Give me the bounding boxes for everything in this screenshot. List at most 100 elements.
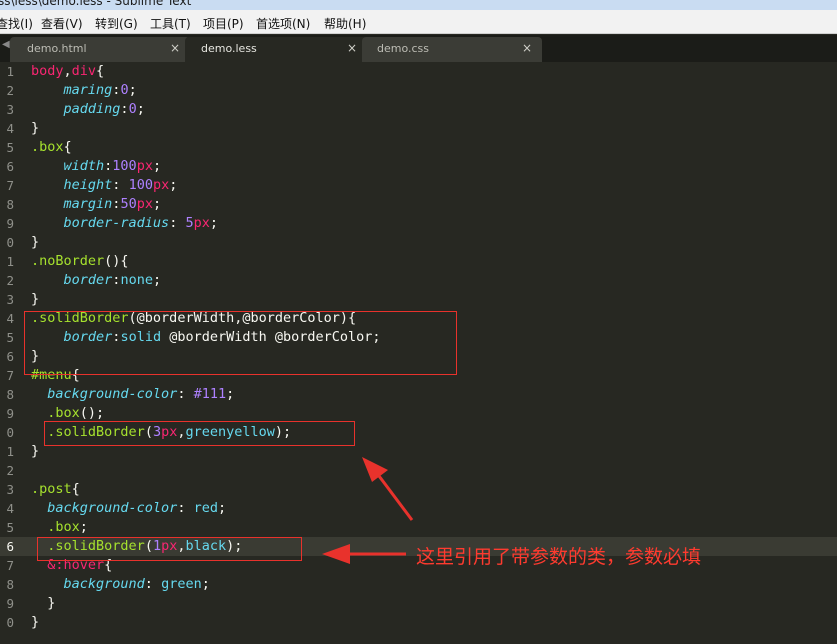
code-token: height [63,177,113,193]
code-line: margin:50px; [31,195,162,214]
tab-demo-css[interactable]: demo.css × [362,37,542,62]
code-token: { [96,63,105,79]
code-token: px [136,196,153,212]
line-number: 1 [6,64,14,79]
code-token: } [31,234,40,250]
code-token: green [161,576,202,592]
close-icon[interactable]: × [347,41,357,55]
code-token: 100 [128,177,153,193]
code-token: ; [226,386,235,402]
tab-label: demo.less [201,42,257,55]
tab-label: demo.css [377,42,430,55]
code-token: ; [152,158,162,174]
code-token: .box [31,139,64,155]
line-number: 0 [6,615,14,630]
code-token: red [193,500,218,516]
code-token: , [63,63,72,79]
code-line: border:none; [31,271,162,290]
code-token: border-radius [63,215,170,231]
menu-view[interactable]: 查看(V) [41,15,83,32]
line-number: 2 [6,83,14,98]
code-token: } [31,614,40,630]
code-token: { [63,139,72,155]
code-token: background [63,576,145,592]
tab-scroll-left-icon[interactable]: ◀ [2,39,10,50]
menu-project[interactable]: 项目(P) [203,15,244,32]
code-token: #111 [193,386,227,402]
code-token: : [112,177,129,193]
line-number: 3 [6,292,14,307]
code-token: ; [169,177,178,193]
title-bar: ss\less\demo.less - Sublime Text [0,0,837,10]
menu-preferences[interactable]: 首选项(N) [256,15,310,32]
code-token: : [144,576,162,592]
code-line: height: 100px; [31,176,178,195]
line-number: 4 [6,121,14,136]
code-line: } [31,290,39,309]
line-number: 9 [6,406,14,421]
highlight-box-mixin-definition [24,311,457,375]
code-token: ; [152,196,162,212]
code-token: : [169,215,186,231]
window-title: ss\less\demo.less - Sublime Text [0,0,192,8]
code-token: ; [136,101,145,117]
code-token: border [63,272,113,288]
code-token: 50 [120,196,137,212]
menu-goto[interactable]: 转到(G) [95,15,138,32]
code-line: background: green; [31,575,210,594]
code-line: .box{ [31,138,72,157]
line-number: 4 [6,311,14,326]
code-token: margin [63,196,113,212]
line-number: 9 [6,216,14,231]
code-token: (){ [104,253,129,269]
code-line: background-color: #111; [31,385,234,404]
code-line: } [31,442,39,461]
code-token: } [31,120,40,136]
code-line: } [31,594,55,613]
code-token: ; [217,500,227,516]
line-number: 0 [6,425,14,440]
code-line: body,div{ [31,62,104,81]
code-token: px [136,158,153,174]
code-token: 5 [185,215,194,231]
line-number: 7 [6,178,14,193]
tab-demo-less[interactable]: demo.less × [185,37,367,62]
code-token: width [63,158,105,174]
code-token: px [193,215,210,231]
menu-tools[interactable]: 工具(T) [150,15,191,32]
close-icon[interactable]: × [170,41,180,55]
tab-label: demo.html [27,42,87,55]
code-line: .post{ [31,480,80,499]
line-number: 6 [6,539,14,554]
line-number: 1 [6,444,14,459]
line-number: 3 [6,482,14,497]
code-token: ; [79,519,88,535]
line-number: 8 [6,387,14,402]
highlight-box-mixin-call-post [37,537,302,561]
annotation-text: 这里引用了带参数的类，参数必填 [416,546,702,568]
tab-demo-html[interactable]: demo.html × [10,37,190,62]
code-line: .noBorder(){ [31,252,129,271]
line-number: 5 [6,520,14,535]
close-icon[interactable]: × [522,41,532,55]
code-line: } [31,613,39,632]
line-number: 9 [6,596,14,611]
code-token: padding [63,101,121,117]
code-token: .box [47,519,80,535]
code-token: body [31,63,64,79]
code-token: background-color [47,500,178,516]
code-token: 0 [120,82,129,98]
menu-help[interactable]: 帮助(H) [324,15,366,32]
code-token: ; [201,576,210,592]
code-token: } [31,291,40,307]
menu-find[interactable]: 查找(I) [0,15,33,32]
line-number: 7 [6,558,14,573]
